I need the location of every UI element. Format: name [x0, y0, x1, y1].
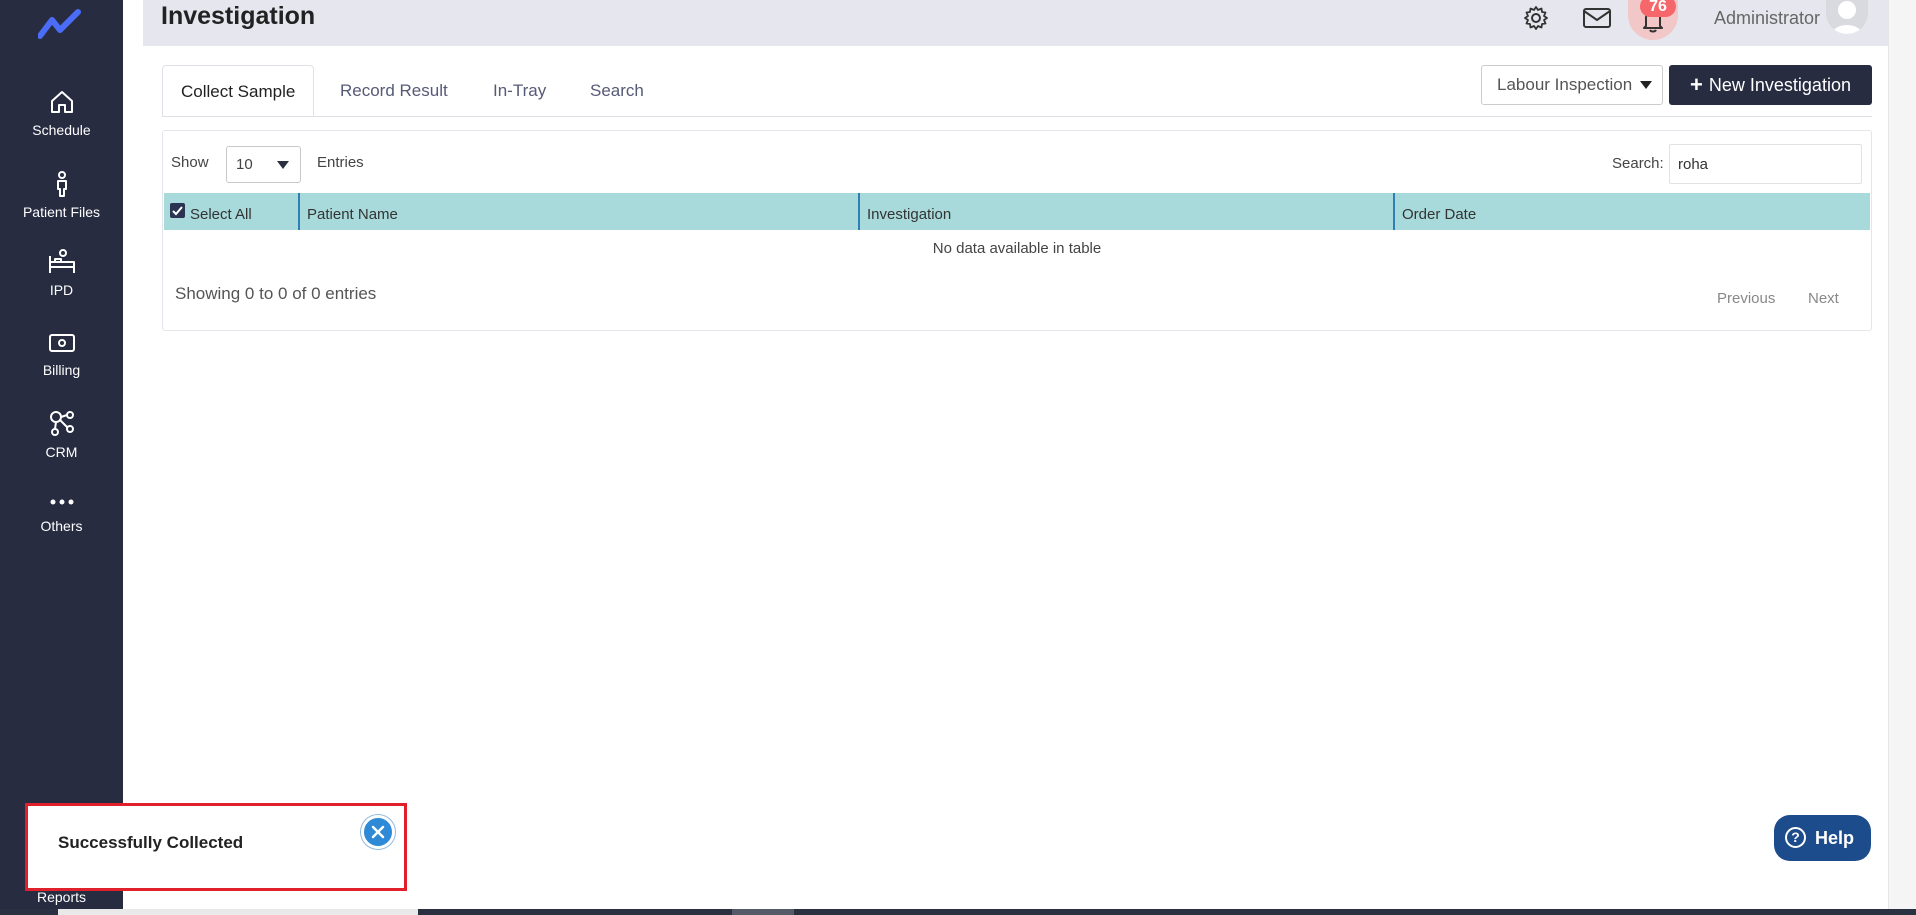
help-button[interactable]: ? Help — [1774, 815, 1871, 861]
column-order-date[interactable]: Order Date — [1402, 193, 1476, 230]
sidebar-item-label: Patient Files — [22, 204, 101, 220]
empty-table-message: No data available in table — [932, 240, 1102, 257]
sidebar: Schedule Patient Files IPD Billing CRM O… — [0, 0, 123, 915]
column-divider — [858, 193, 860, 230]
page-title: Investigation — [161, 2, 316, 30]
crm-icon — [49, 411, 74, 436]
sidebar-item-crm[interactable]: CRM — [0, 408, 123, 460]
user-name[interactable]: Administrator — [1714, 8, 1820, 29]
sidebar-item-label: Billing — [42, 362, 81, 378]
tab-in-tray[interactable]: In-Tray — [475, 65, 564, 117]
success-toast: Successfully Collected — [25, 803, 407, 891]
page-length-value: 10 — [236, 156, 253, 173]
plus-icon: + — [1690, 72, 1703, 97]
table-info: Showing 0 to 0 of 0 entries — [175, 284, 377, 303]
tab-search[interactable]: Search — [572, 65, 662, 117]
sidebar-item-label: IPD — [49, 282, 74, 298]
toast-message: Successfully Collected — [58, 833, 244, 852]
department-dropdown[interactable]: Labour Inspection — [1481, 65, 1663, 105]
caret-down-icon — [277, 161, 289, 169]
new-investigation-button[interactable]: + New Investigation — [1669, 65, 1872, 105]
check-icon — [172, 206, 183, 216]
button-label: New Investigation — [1708, 75, 1851, 95]
sidebar-item-ipd[interactable]: IPD — [0, 248, 123, 298]
dropdown-label: Labour Inspection — [1497, 75, 1633, 94]
column-investigation[interactable]: Investigation — [867, 193, 951, 230]
bottom-strip — [0, 909, 1916, 915]
sidebar-item-label: CRM — [45, 444, 78, 460]
table-header: Select All Patient Name Investigation Or… — [164, 193, 1870, 230]
bottom-strip-segment — [58, 909, 418, 915]
sidebar-item-label: Others — [40, 518, 83, 534]
mail-icon[interactable] — [1582, 6, 1612, 30]
sidebar-item-billing[interactable]: Billing — [0, 330, 123, 378]
sidebar-item-reports[interactable]: Reports — [0, 889, 123, 905]
next-page-button[interactable]: Next — [1808, 290, 1839, 307]
close-icon — [371, 825, 385, 839]
scrollbar[interactable] — [1888, 0, 1916, 909]
sidebar-item-others[interactable]: Others — [0, 492, 123, 534]
tab-divider — [162, 116, 1872, 117]
money-icon — [48, 334, 75, 352]
help-label: Help — [1815, 828, 1855, 848]
sidebar-item-schedule[interactable]: Schedule — [0, 88, 123, 138]
tab-record-result[interactable]: Record Result — [322, 65, 466, 117]
select-all-checkbox[interactable] — [170, 203, 185, 218]
notification-badge: 76 — [1640, 0, 1676, 17]
bed-icon — [48, 249, 75, 273]
sidebar-item-label: Schedule — [32, 122, 91, 138]
column-divider — [1393, 193, 1395, 230]
toast-close-button[interactable] — [361, 815, 395, 849]
more-icon — [50, 499, 73, 505]
column-divider — [298, 193, 300, 230]
question-icon: ? — [1785, 827, 1806, 848]
search-input[interactable] — [1669, 144, 1862, 184]
show-label: Show — [171, 154, 209, 171]
search-label: Search: — [1612, 155, 1664, 172]
top-header — [143, 0, 1888, 46]
entries-label: Entries — [317, 154, 364, 171]
caret-down-icon — [1640, 81, 1652, 89]
home-icon — [50, 91, 73, 113]
bottom-strip-segment — [732, 909, 794, 915]
page-length-select[interactable]: 10 — [226, 146, 301, 183]
column-select-all[interactable]: Select All — [190, 193, 252, 230]
tab-collect-sample[interactable]: Collect Sample — [162, 65, 315, 117]
logo-icon[interactable] — [38, 6, 86, 42]
previous-page-button[interactable]: Previous — [1717, 290, 1775, 307]
person-icon — [56, 171, 67, 197]
column-patient-name[interactable]: Patient Name — [307, 193, 398, 230]
sidebar-item-patient-files[interactable]: Patient Files — [0, 170, 123, 220]
gear-icon[interactable] — [1522, 4, 1550, 32]
